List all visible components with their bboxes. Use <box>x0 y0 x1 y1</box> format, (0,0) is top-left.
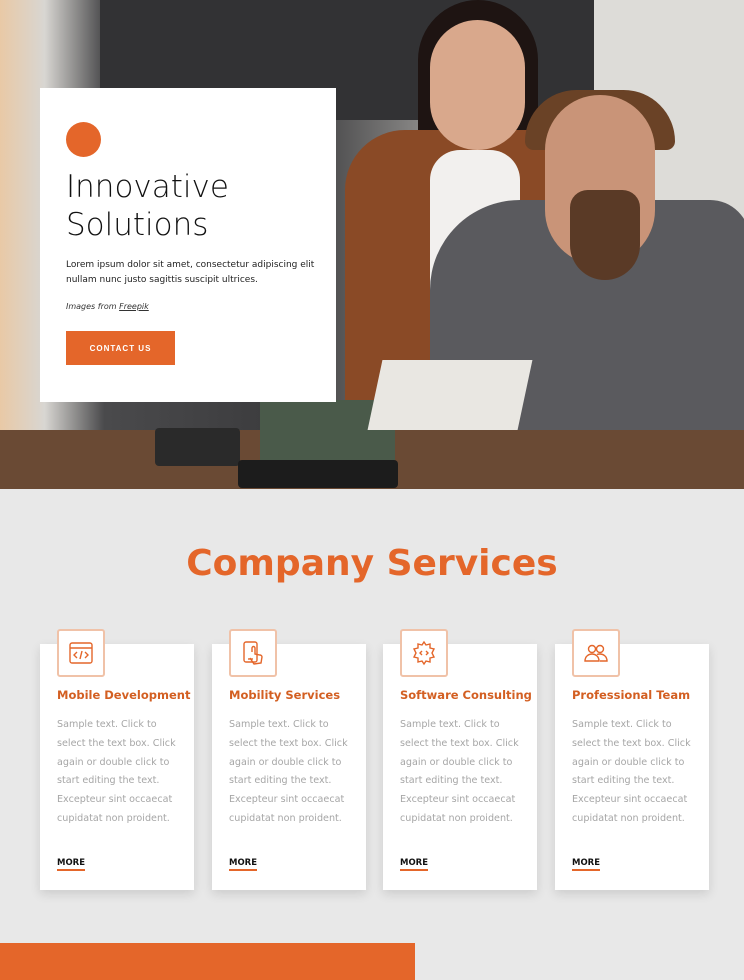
image-credit: Images from Freepik <box>66 302 149 311</box>
services-title: Company Services <box>186 543 558 584</box>
service-text: Sample text. Click to select the text bo… <box>572 719 691 824</box>
service-text: Sample text. Click to select the text bo… <box>400 719 519 824</box>
service-card-mobility-services: Mobility Services Sample text. Click to … <box>212 629 366 890</box>
service-card-software-consulting: Software Consulting Sample text. Click t… <box>383 629 537 890</box>
hero-title-line1: Innovative <box>66 169 229 205</box>
service-title: Mobile Development <box>57 688 191 702</box>
team-icon <box>572 629 620 677</box>
service-text: Sample text. Click to select the text bo… <box>57 719 176 824</box>
touch-phone-icon <box>229 629 277 677</box>
freepik-link[interactable]: Freepik <box>119 302 149 311</box>
accent-dot <box>66 122 101 157</box>
gear-code-icon <box>400 629 448 677</box>
service-card-mobile-development: Mobile Development Sample text. Click to… <box>40 629 194 890</box>
hero-title: Innovative Solutions <box>66 168 316 244</box>
service-title: Mobility Services <box>229 688 341 702</box>
hero-title-line2: Solutions <box>66 207 209 243</box>
service-title: Professional Team <box>572 688 691 702</box>
service-title: Software Consulting <box>400 688 532 702</box>
more-link[interactable]: MORE <box>400 858 429 871</box>
footer-accent-bar <box>0 943 415 980</box>
more-link[interactable]: MORE <box>572 858 601 871</box>
hero-description: Lorem ipsum dolor sit amet, consectetur … <box>66 260 315 285</box>
more-link[interactable]: MORE <box>229 858 258 871</box>
service-card-professional-team: Professional Team Sample text. Click to … <box>555 629 709 890</box>
service-text: Sample text. Click to select the text bo… <box>229 719 348 824</box>
credit-prefix: Images from <box>66 302 117 311</box>
contact-us-button[interactable]: CONTACT US <box>66 331 175 365</box>
hero-card: Innovative Solutions Lorem ipsum dolor s… <box>40 88 336 402</box>
code-window-icon <box>57 629 105 677</box>
more-link[interactable]: MORE <box>57 858 86 871</box>
